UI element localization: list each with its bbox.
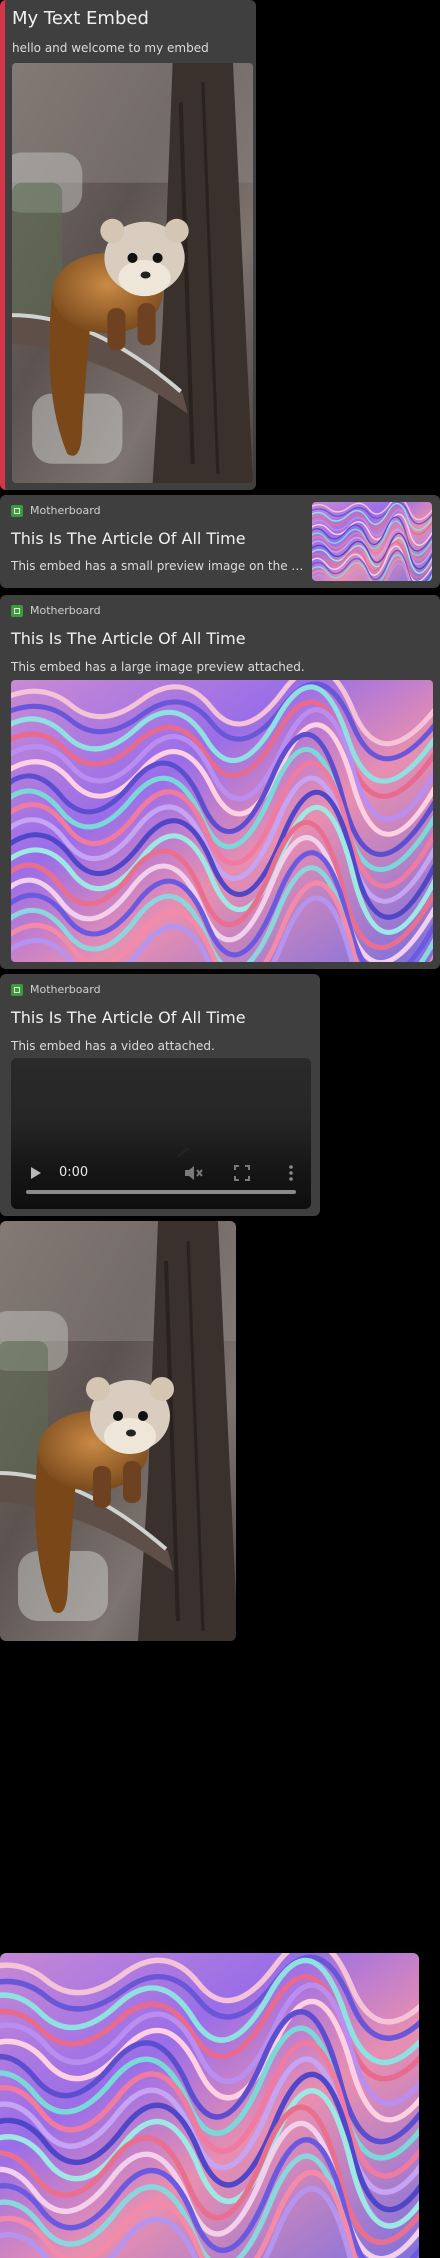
provider-name[interactable]: Motherboard xyxy=(30,983,101,997)
embed-provider: Motherboard xyxy=(11,983,309,997)
video-time: 0:00 xyxy=(59,1165,89,1180)
embed-title[interactable]: This Is The Article Of All Time xyxy=(11,1007,309,1029)
embed-title[interactable]: This Is The Article Of All Time xyxy=(11,628,429,650)
provider-favicon-icon xyxy=(11,505,23,517)
standalone-image-marten[interactable] xyxy=(0,1221,236,1641)
video-progress-bar[interactable] xyxy=(26,1190,296,1194)
embed-description: This embed has a video attached. xyxy=(11,1039,215,1053)
fullscreen-icon[interactable] xyxy=(234,1165,250,1181)
embed-image-marten[interactable] xyxy=(12,63,253,483)
link-embed-video: Motherboard This Is The Article Of All T… xyxy=(0,974,320,1216)
embed-description: This embed has a large image preview att… xyxy=(11,660,305,674)
provider-favicon-icon xyxy=(11,984,23,996)
standalone-image-wavy-art[interactable] xyxy=(0,1953,419,2258)
link-embed-large-preview: Motherboard This Is The Article Of All T… xyxy=(0,595,440,969)
volume-slider[interactable] xyxy=(176,1147,190,1158)
embed-description: hello and welcome to my embed xyxy=(12,41,209,55)
provider-name[interactable]: Motherboard xyxy=(30,604,101,618)
link-embed-small-preview: Motherboard This Is The Article Of All T… xyxy=(0,495,440,588)
provider-name[interactable]: Motherboard xyxy=(30,504,101,518)
embed-provider: Motherboard xyxy=(11,604,429,618)
video-controls: 0:00 xyxy=(11,1139,311,1209)
text-embed: My Text Embed hello and welcome to my em… xyxy=(0,0,256,490)
embed-description: This embed has a small preview image on … xyxy=(11,559,306,573)
embed-large-image[interactable] xyxy=(11,680,433,962)
play-icon[interactable] xyxy=(29,1165,43,1181)
volume-muted-icon[interactable] xyxy=(183,1165,203,1181)
embed-thumbnail[interactable] xyxy=(312,502,432,581)
video-player[interactable]: 0:00 xyxy=(11,1058,311,1209)
embed-title: My Text Embed xyxy=(12,8,149,29)
more-options-icon[interactable] xyxy=(287,1165,295,1181)
provider-favicon-icon xyxy=(11,605,23,617)
